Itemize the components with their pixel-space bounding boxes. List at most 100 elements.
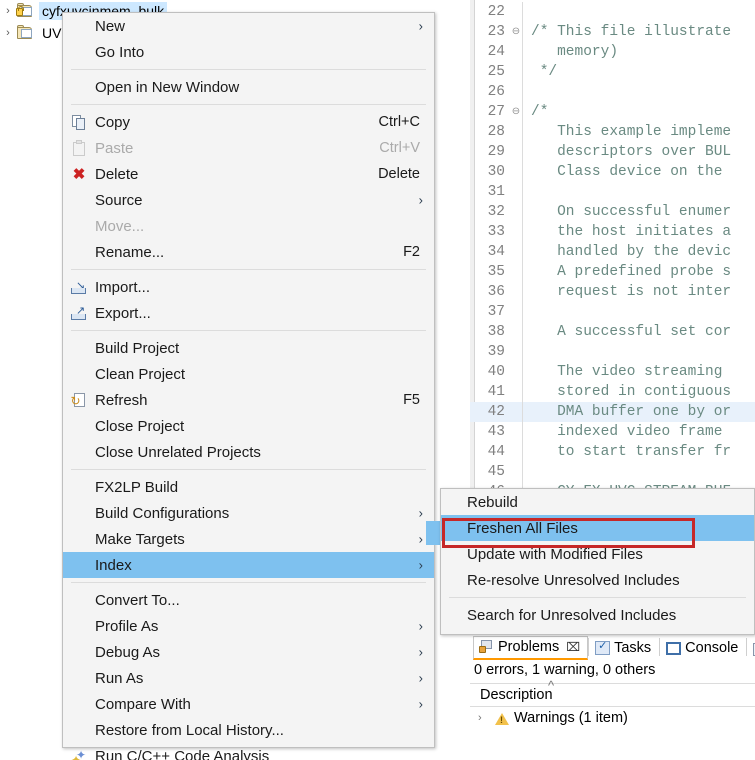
line-number: 27 — [487, 104, 505, 120]
code-line[interactable]: 30 Class device on the — [470, 162, 755, 182]
menu-item-rename[interactable]: Rename... F2 — [63, 239, 434, 265]
menu-item-run-code-analysis[interactable]: ✦ ✦ Run C/C++ Code Analysis — [63, 743, 434, 760]
tab-problems[interactable]: Problems ⌧ — [473, 636, 589, 660]
menu-item-copy[interactable]: Copy Ctrl+C — [63, 109, 434, 135]
project-folder-icon — [16, 24, 36, 41]
code-text: memory) — [531, 44, 619, 60]
menu-item-fx2lp-build[interactable]: FX2LP Build — [63, 474, 434, 500]
expand-chevron-icon[interactable]: › — [478, 712, 490, 724]
fold-toggle-icon[interactable]: ⊖ — [510, 106, 522, 118]
menu-item-label: Copy — [95, 113, 131, 131]
gutter-separator — [522, 282, 523, 302]
menu-item-build-project[interactable]: Build Project — [63, 335, 434, 361]
gutter-separator — [522, 302, 523, 322]
menu-item-close-project[interactable]: Close Project — [63, 413, 434, 439]
code-line[interactable]: 44 to start transfer fr — [470, 442, 755, 462]
menu-item-restore-local-history[interactable]: Restore from Local History... — [63, 717, 434, 743]
menu-item-move: Move... — [63, 213, 434, 239]
menu-item-compare-with[interactable]: Compare With › — [63, 691, 434, 717]
code-line[interactable]: 24 memory) — [470, 42, 755, 62]
code-line[interactable]: 25 */ — [470, 62, 755, 82]
code-line[interactable]: 33 the host initiates a — [470, 222, 755, 242]
submenu-item-re-resolve-unresolved[interactable]: Re-resolve Unresolved Includes — [441, 567, 754, 593]
code-line[interactable]: 23 ⊖ /* This file illustrate — [470, 22, 755, 42]
menu-item-shortcut: Ctrl+C — [378, 114, 421, 130]
problems-icon — [479, 640, 494, 654]
code-line[interactable]: 34 handled by the devic — [470, 242, 755, 262]
submenu-item-search-unresolved[interactable]: Search for Unresolved Includes — [441, 602, 754, 628]
menu-item-profile-as[interactable]: Profile As › — [63, 613, 434, 639]
expand-chevron-icon[interactable]: › — [0, 27, 16, 39]
gutter-separator — [522, 362, 523, 382]
code-line[interactable]: 22 — [470, 2, 755, 22]
code-line[interactable]: 32 On successful enumer — [470, 202, 755, 222]
line-number: 45 — [487, 464, 505, 480]
code-text: handled by the devic — [531, 244, 732, 260]
submenu-item-update-with-modified-files[interactable]: Update with Modified Files — [441, 541, 754, 567]
code-line[interactable]: 36 request is not inter — [470, 282, 755, 302]
menu-item-make-targets[interactable]: Make Targets › — [63, 526, 434, 552]
code-line[interactable]: 37 — [470, 302, 755, 322]
chevron-right-icon: › — [418, 696, 423, 712]
menu-item-convert-to[interactable]: Convert To... — [63, 587, 434, 613]
problems-view[interactable]: Problems ⌧ Tasks Console 0 errors, 1 war… — [470, 630, 755, 760]
submenu-separator — [449, 597, 746, 598]
close-icon[interactable]: ⌧ — [566, 640, 580, 654]
line-number: 39 — [487, 344, 505, 360]
submenu-item-freshen-all-files[interactable]: Freshen All Files — [441, 515, 754, 541]
menu-item-clean-project[interactable]: Clean Project — [63, 361, 434, 387]
menu-item-build-configurations[interactable]: Build Configurations › — [63, 500, 434, 526]
menu-item-go-into[interactable]: Go Into — [63, 39, 434, 65]
code-line[interactable]: 38 A successful set cor — [470, 322, 755, 342]
menu-item-run-as[interactable]: Run As › — [63, 665, 434, 691]
code-text: A successful set cor — [531, 324, 732, 340]
code-line[interactable]: 40 The video streaming — [470, 362, 755, 382]
code-line[interactable]: 35 A predefined probe s — [470, 262, 755, 282]
menu-item-icon-slot — [63, 139, 95, 156]
gutter-separator — [522, 222, 523, 242]
column-description[interactable]: Description — [480, 687, 553, 703]
code-text: to start transfer fr — [531, 444, 732, 460]
tab-tasks[interactable]: Tasks — [589, 637, 659, 660]
chevron-right-icon: › — [418, 505, 423, 521]
menu-item-refresh[interactable]: ↻ Refresh F5 — [63, 387, 434, 413]
view-tabstrip[interactable]: Problems ⌧ Tasks Console — [473, 634, 755, 660]
menu-item-index[interactable]: Index › — [63, 552, 434, 578]
index-submenu[interactable]: Rebuild Freshen All Files Update with Modi… — [440, 488, 755, 635]
menu-item-new[interactable]: New › — [63, 13, 434, 39]
code-line[interactable]: 29 descriptors over BUL — [470, 142, 755, 162]
problems-summary: 0 errors, 1 warning, 0 others — [474, 662, 656, 678]
code-line[interactable]: 26 — [470, 82, 755, 102]
code-line[interactable]: 42 DMA buffer one by or — [470, 402, 755, 422]
menu-item-label: Delete — [95, 165, 139, 183]
menu-item-label: Import... — [95, 278, 151, 296]
code-line[interactable]: 45 — [470, 462, 755, 482]
submenu-item-rebuild[interactable]: Rebuild — [441, 489, 754, 515]
problems-column-header[interactable]: Description ^ — [470, 678, 755, 707]
menu-item-label: Refresh — [95, 391, 148, 409]
menu-item-shortcut: Ctrl+V — [379, 140, 420, 156]
code-line[interactable]: 27 ⊖ /* — [470, 102, 755, 122]
expand-chevron-icon[interactable]: › — [0, 5, 16, 17]
menu-item-label: Build Configurations — [95, 504, 230, 522]
problems-row-warnings[interactable]: › Warnings (1 item) — [478, 710, 628, 726]
tab-console[interactable]: Console — [660, 637, 746, 660]
menu-item-source[interactable]: Source › — [63, 187, 434, 213]
code-line[interactable]: 43 indexed video frame — [470, 422, 755, 442]
fold-toggle-icon[interactable]: ⊖ — [510, 26, 522, 38]
submenu-item-label: Re-resolve Unresolved Includes — [467, 571, 680, 589]
tab-label: Tasks — [614, 640, 652, 656]
menu-item-close-unrelated[interactable]: Close Unrelated Projects — [63, 439, 434, 465]
code-text: stored in contiguous — [531, 384, 732, 400]
menu-item-import[interactable]: ↘ Import... — [63, 274, 434, 300]
menu-item-debug-as[interactable]: Debug As › — [63, 639, 434, 665]
code-line[interactable]: 31 — [470, 182, 755, 202]
code-line[interactable]: 41 stored in contiguous — [470, 382, 755, 402]
tab-overflow[interactable] — [747, 640, 755, 660]
code-line[interactable]: 28 This example impleme — [470, 122, 755, 142]
code-line[interactable]: 39 — [470, 342, 755, 362]
menu-item-delete[interactable]: ✖ Delete Delete — [63, 161, 434, 187]
project-context-menu[interactable]: New › Go Into Open in New Window Copy Ctrl+C P… — [62, 12, 435, 760]
menu-item-export[interactable]: ↗ Export... — [63, 300, 434, 326]
menu-item-open-in-new-window[interactable]: Open in New Window — [63, 74, 434, 100]
